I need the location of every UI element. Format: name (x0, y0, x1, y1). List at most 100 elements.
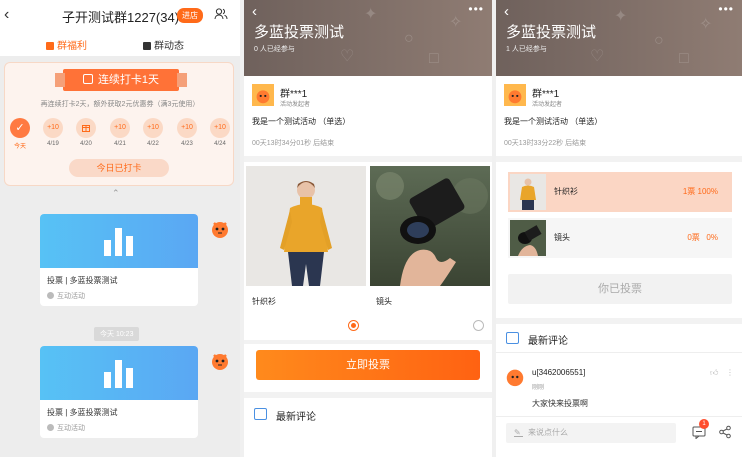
tab-group-feed[interactable]: 群动态 (143, 37, 184, 52)
option-radio-selected[interactable] (348, 320, 359, 331)
vote-header: ✦ ○ ✧ □ ♡ ‹ ••• 多蓝投票测试 1 人已经参与 (496, 0, 742, 76)
pattern-icon: ○ (404, 30, 414, 47)
day-label: 今天 (13, 144, 26, 150)
participant-count: 0 人已经参与 (254, 46, 295, 53)
group-members-icon[interactable] (214, 7, 228, 21)
checkin-day: +10 4/24 (209, 118, 231, 147)
message-subtitle: 互动活动 (47, 291, 198, 301)
checkin-day: +10 4/21 (109, 118, 131, 147)
day-label: 4/23 (181, 141, 193, 147)
section-gap (244, 156, 492, 162)
pattern-icon: ✦ (614, 8, 628, 25)
vote-title: 多蓝投票测试 (254, 24, 345, 41)
option-image-sweater[interactable] (246, 166, 366, 286)
message-title: 投票 | 多蓝投票测试 (47, 276, 118, 285)
section-gap (496, 156, 742, 162)
tab-group-welfare[interactable]: 群福利 (46, 37, 87, 52)
gift-icon (76, 118, 96, 138)
bar-chart-icon (104, 226, 138, 256)
activity-icon (47, 424, 54, 431)
section-gap (244, 392, 492, 398)
message-sub-label: 互动活动 (57, 293, 85, 300)
vote-message-card[interactable]: 投票 | 多蓝投票测试 互动活动 (40, 214, 198, 306)
pattern-icon: □ (679, 50, 689, 67)
comment-input[interactable]: ✎ 来说点什么 (506, 423, 676, 443)
organizer-role: 活动发起者 (280, 102, 311, 108)
pattern-icon: ♡ (590, 48, 605, 65)
comment-input-placeholder: 来说点什么 (528, 428, 568, 437)
section-gap (496, 318, 742, 324)
option-label: 镜头 (376, 297, 392, 306)
day-label: 4/21 (114, 141, 126, 147)
feed-icon (143, 42, 151, 50)
checkin-day-today: ✓ 今天 (9, 118, 31, 150)
more-icon[interactable]: ••• (718, 2, 734, 16)
sender-avatar[interactable] (208, 216, 232, 240)
pattern-icon: ✧ (449, 14, 463, 31)
back-icon[interactable]: ‹ (252, 3, 257, 20)
message-sub-label: 互动活动 (57, 425, 85, 432)
vote-now-button[interactable]: 立即投票 (256, 350, 480, 380)
vote-message-card[interactable]: 投票 | 多蓝投票测试 互动活动 (40, 346, 198, 438)
bar-chart-icon (104, 358, 138, 388)
organizer-avatar[interactable] (252, 84, 274, 106)
commenter-avatar[interactable] (504, 366, 526, 388)
checked-in-button[interactable]: 今日已打卡 (69, 159, 169, 177)
back-icon[interactable]: ‹ (4, 6, 9, 24)
checkin-banner: 连续打卡1天 (55, 69, 187, 91)
option-radio[interactable] (473, 320, 484, 331)
countdown-timer: 00天13时34分01秒 后结束 (252, 140, 335, 147)
day-reward: +10 (177, 118, 197, 138)
result-label: 镜头 (554, 233, 570, 242)
collapse-chevron-icon[interactable]: ⌃ (112, 188, 120, 199)
checkin-day: +10 4/23 (176, 118, 198, 147)
vote-card-banner (40, 346, 198, 400)
check-icon: ✓ (10, 118, 30, 138)
participant-count: 1 人已经参与 (506, 46, 547, 53)
organizer-role: 活动发起者 (532, 102, 563, 108)
comment-text: 大家快来投票啊 (532, 399, 588, 408)
tab-label: 群动态 (154, 41, 184, 52)
more-icon[interactable]: ••• (468, 2, 484, 16)
vote-result-screen: ✦ ○ ✧ □ ♡ ‹ ••• 多蓝投票测试 1 人已经参与 群***1 活动发… (496, 0, 742, 457)
comments-header: 最新评论 (528, 336, 568, 347)
result-label: 针织衫 (554, 187, 578, 196)
result-row-winner: 针织衫 1票 100% (508, 172, 732, 212)
group-title: 子开测试群1227(34) (62, 10, 180, 25)
enter-store-button[interactable]: 进店 (177, 8, 203, 23)
back-icon[interactable]: ‹ (504, 3, 509, 20)
day-reward: +10 (110, 118, 130, 138)
like-icon[interactable]: 👍︎ (710, 368, 718, 378)
sender-avatar[interactable] (208, 348, 232, 372)
checkin-streak: 连续打卡1天 (97, 74, 160, 86)
pattern-icon: □ (429, 50, 439, 67)
chat-tabs: 群福利 群动态 (0, 30, 240, 84)
day-label: 4/24 (214, 141, 226, 147)
checkin-day: +10 4/22 (142, 118, 164, 147)
checkin-days: ✓ 今天 +10 4/19 4/20 +10 4/21 +10 4/22 +10 4/23… (9, 118, 231, 154)
message-count-badge: 1 (699, 419, 709, 429)
vote-title: 多蓝投票测试 (506, 24, 597, 41)
countdown-timer: 00天13时33分22秒 后结束 (504, 140, 587, 147)
organizer-avatar[interactable] (504, 84, 526, 106)
section-gap (496, 352, 742, 353)
message-subtitle: 互动活动 (47, 423, 198, 433)
comment-bar: ✎ 来说点什么 1 (496, 416, 742, 457)
option-image-lens[interactable] (370, 166, 490, 286)
comment-icon (254, 408, 267, 420)
time-divider: 今天 10:23 (94, 327, 140, 341)
vote-header: ✦ ○ ✧ □ ♡ ‹ ••• 多蓝投票测试 0 人已经参与 (244, 0, 492, 76)
more-icon[interactable]: ⋮ (726, 368, 734, 377)
pattern-icon: ♡ (340, 48, 355, 65)
already-voted-button: 你已投票 (508, 274, 732, 304)
vote-description: 我是一个测试活动 （单选） (252, 117, 351, 126)
checkin-day: +10 4/19 (42, 118, 64, 147)
activity-icon (47, 292, 54, 299)
share-icon[interactable] (718, 425, 732, 439)
commenter-name: u[3462006551] (532, 368, 586, 377)
organizer-name: 群***1 (280, 89, 308, 100)
day-label: 4/20 (80, 141, 92, 147)
comment-time: 刚刚 (532, 385, 545, 391)
vote-description: 我是一个测试活动 （单选） (504, 117, 603, 126)
pattern-icon: ✧ (699, 16, 713, 33)
